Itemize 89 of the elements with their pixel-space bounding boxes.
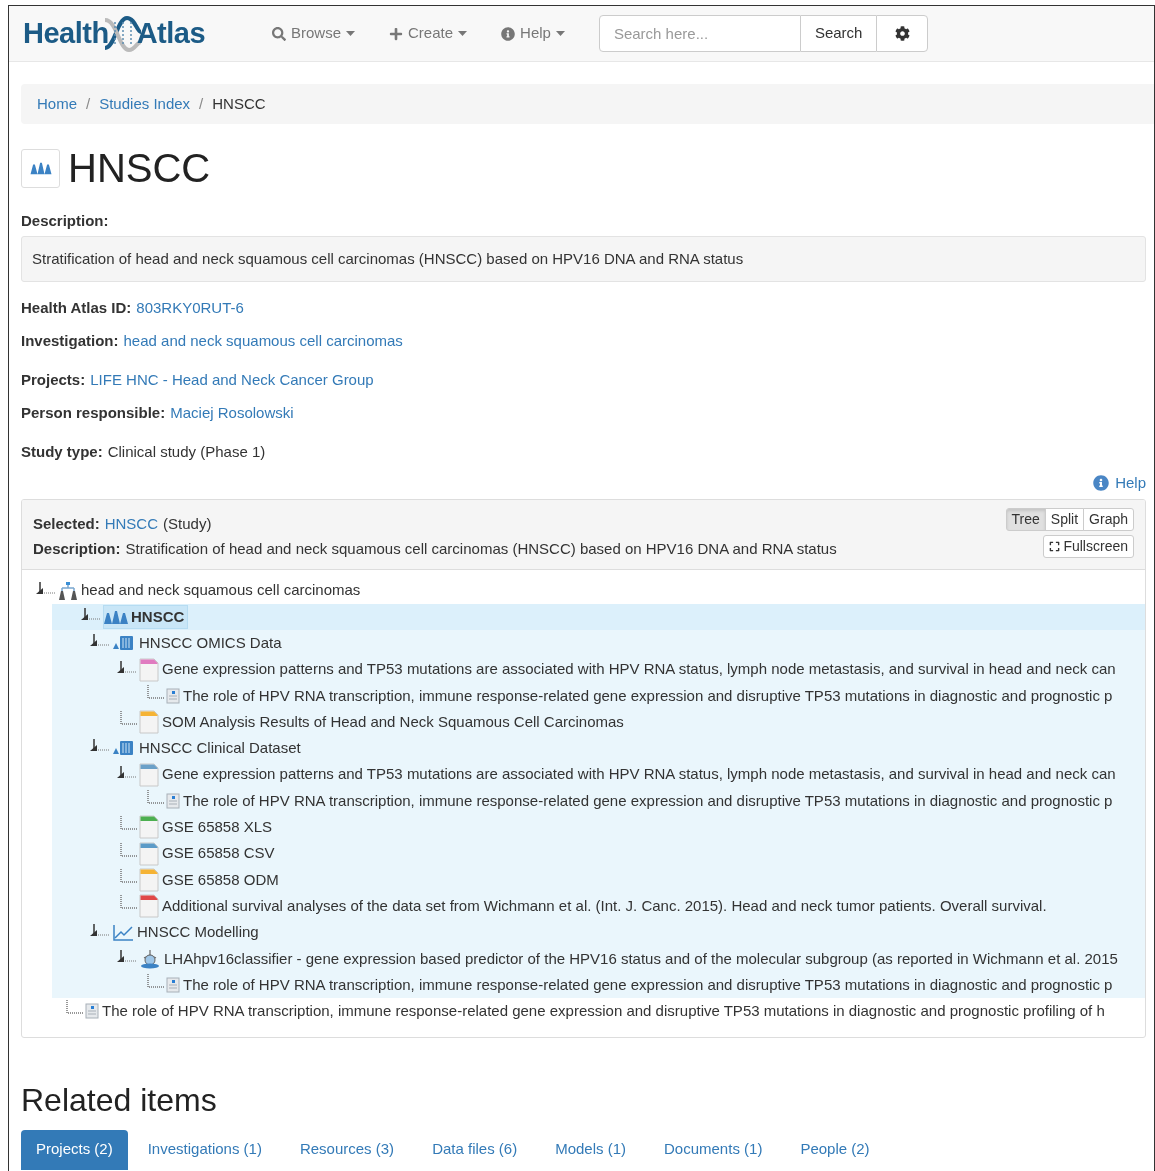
- tree-connector-icon: [147, 974, 165, 989]
- breadcrumb-separator: /: [199, 93, 204, 114]
- field-link[interactable]: LIFE HNC - Head and Neck Cancer Group: [90, 368, 374, 392]
- caret-icon: [458, 31, 468, 36]
- view-toggle[interactable]: Graph: [1083, 507, 1134, 531]
- info-icon: [1093, 475, 1110, 492]
- field-value: Clinical study (Phase 1): [107, 442, 266, 462]
- search-button[interactable]: Search: [800, 15, 877, 52]
- field-link[interactable]: 803RKY0RUT-6: [136, 296, 244, 320]
- selected-type: (Study): [163, 513, 212, 534]
- tree-node[interactable]: GSE 65858 XLS: [139, 815, 276, 840]
- tree-connector-icon: [120, 895, 138, 910]
- document-icon: [166, 977, 180, 994]
- assay-icon: [112, 740, 136, 757]
- document-icon: [166, 687, 180, 704]
- field-label: Projects:: [21, 370, 86, 390]
- breadcrumb-separator: /: [86, 93, 91, 114]
- file-icon: [139, 657, 159, 682]
- info-icon: [501, 26, 516, 41]
- section-title: Related items: [21, 1081, 218, 1118]
- field-link[interactable]: Maciej Rosolowski: [170, 401, 294, 425]
- file-icon: [139, 894, 159, 919]
- field-label: Investigation:: [21, 331, 119, 351]
- file-icon: [139, 815, 159, 840]
- flasks-icon: [104, 608, 128, 625]
- related-tab[interactable]: Projects (2): [21, 1129, 128, 1170]
- field-label: Study type:: [21, 442, 103, 462]
- assay-icon: [112, 635, 136, 652]
- tree-node[interactable]: HNSCC Modelling: [112, 920, 262, 945]
- field-label: Person responsible:: [21, 403, 166, 423]
- breadcrumb-link[interactable]: Studies Index: [99, 92, 191, 116]
- tree-node[interactable]: Gene expression patterns and TP53 mutations are associated with HPV RNA status, lymph node metastasis, and survival in head and neck can: [139, 762, 1119, 787]
- tree-connector-icon: [66, 1000, 84, 1015]
- tree-connector-icon: [120, 711, 138, 726]
- file-icon: [139, 710, 159, 735]
- selected-label: Selected:: [33, 513, 100, 534]
- tree-node[interactable]: Additional survival analyses of the data set from Wichmann et al. (Int. J. Canc. 2015). Head and neck tumor patients. Overall survival.: [139, 894, 1050, 919]
- tree-connector-icon: [120, 868, 138, 883]
- tree-node[interactable]: head and neck squamous cell carcinomas: [58, 578, 364, 603]
- tree-connector-icon: [120, 816, 138, 831]
- tree-connector-icon: [147, 684, 165, 699]
- search-field[interactable]: Search here...: [598, 15, 801, 52]
- file-icon: [139, 841, 159, 866]
- tree-connector-icon: [120, 842, 138, 857]
- nav-menu[interactable]: Help: [501, 22, 565, 45]
- tree-node[interactable]: HNSCC OMICS Data: [112, 631, 285, 656]
- breadcrumb-current: HNSCC: [212, 93, 266, 114]
- description-text: Stratification of head and neck squamous cell carcinomas (HNSCC) based on HPV16 DNA and RNA status: [21, 235, 1146, 282]
- selected-link[interactable]: HNSCC: [104, 512, 159, 535]
- field-label: Health Atlas ID:: [21, 298, 132, 318]
- expand-icon: [1049, 540, 1061, 552]
- tree-node[interactable]: LHAhpv16classifier - gene expression based predictor of the HPV16 status and of the molecular subgroup (as reported in Wichmann et al. 2015: [139, 946, 1121, 971]
- selected-tree-node[interactable]: HNSCC: [103, 604, 189, 629]
- help-link[interactable]: Help: [1093, 472, 1146, 495]
- plus-icon: [389, 26, 404, 41]
- logo[interactable]: Health Atlas: [23, 11, 259, 56]
- description-label: Description:: [21, 211, 110, 231]
- document-icon: [85, 1003, 99, 1020]
- fullscreen-button[interactable]: Fullscreen: [1043, 534, 1134, 558]
- nav-menu[interactable]: Create: [389, 22, 468, 45]
- view-toggle[interactable]: Tree: [1005, 507, 1046, 531]
- tree-node[interactable]: The role of HPV RNA transcription, immune response-related gene expression and disruptive TP53 mutations in diagnostic and prognostic p: [166, 683, 1116, 708]
- settings-button[interactable]: [876, 15, 929, 52]
- document-icon: [166, 793, 180, 809]
- caret-icon: [346, 31, 356, 36]
- tree-node[interactable]: GSE 65858 CSV: [139, 841, 278, 866]
- search-icon: [272, 26, 286, 41]
- nav-menu[interactable]: Browse: [272, 22, 356, 45]
- line-chart-icon: [112, 923, 134, 942]
- breadcrumb-link[interactable]: Home: [37, 92, 77, 116]
- view-toggle[interactable]: Split: [1044, 507, 1085, 531]
- tree-node[interactable]: HNSCC Clinical Dataset: [112, 736, 304, 761]
- flask-tree-icon: [58, 580, 78, 601]
- description-label: Description:: [33, 539, 121, 559]
- tree-node[interactable]: Gene expression patterns and TP53 mutations are associated with HPV RNA status, lymph node metastasis, and survival in head and neck can: [139, 657, 1119, 682]
- settings-icon: [894, 26, 910, 41]
- caret-icon: [555, 31, 565, 36]
- tree-node[interactable]: The role of HPV RNA transcription, immune response-related gene expression and disruptive TP53 mutations in diagnostic and prognostic p: [166, 973, 1116, 998]
- file-icon: [139, 762, 159, 787]
- field-link[interactable]: head and neck squamous cell carcinomas: [123, 329, 403, 353]
- description-text: Stratification of head and neck squamous cell carcinomas (HNSCC) based on HPV16 DNA and RNA status: [125, 539, 837, 559]
- tree-node[interactable]: GSE 65858 ODM: [139, 867, 282, 892]
- model-icon: [139, 948, 161, 969]
- file-icon: [139, 867, 159, 892]
- page-title: HNSCC: [68, 146, 211, 190]
- tree-connector-icon: [147, 790, 165, 804]
- tree-node[interactable]: SOM Analysis Results of Head and Neck Squamous Cell Carcinomas: [139, 710, 627, 735]
- tree-node[interactable]: The role of HPV RNA transcription, immune response-related gene expression and disruptive TP53 mutations in diagnostic and prognostic profiling of h: [85, 999, 1108, 1024]
- tree-node[interactable]: The role of HPV RNA transcription, immune response-related gene expression and disruptive TP53 mutations in diagnostic and prognostic p: [166, 789, 1116, 813]
